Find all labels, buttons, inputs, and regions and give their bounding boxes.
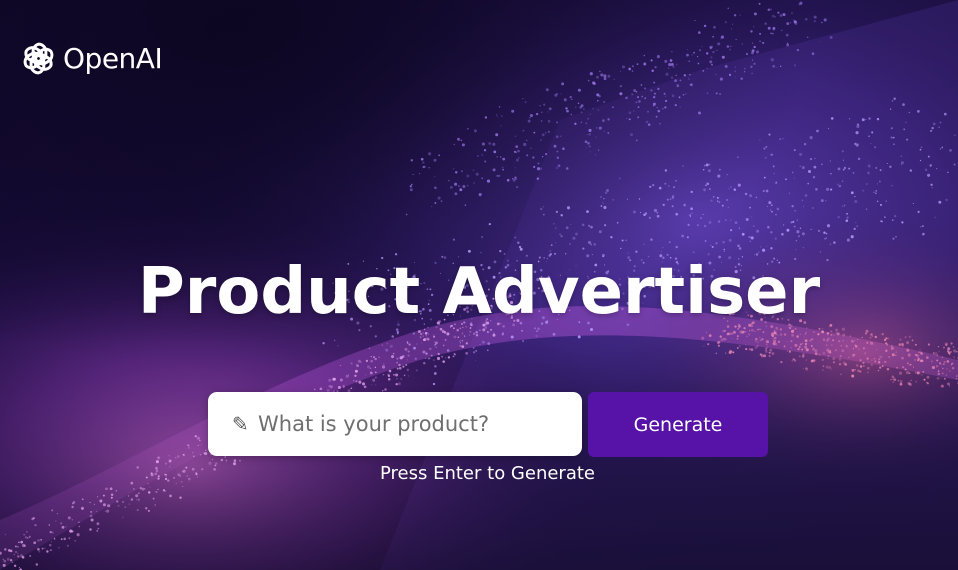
enter-hint: Press Enter to Generate: [380, 463, 595, 484]
product-input[interactable]: [258, 412, 568, 436]
generate-button[interactable]: Generate: [588, 392, 768, 457]
openai-logo-icon: [23, 42, 54, 75]
page-title: Product Advertiser: [137, 255, 821, 329]
pencil-icon: ✎: [232, 412, 249, 436]
brand-logo[interactable]: OpenAI: [20, 40, 163, 77]
brand-name: OpenAI: [63, 42, 163, 75]
product-input-container[interactable]: ✎: [208, 392, 582, 456]
